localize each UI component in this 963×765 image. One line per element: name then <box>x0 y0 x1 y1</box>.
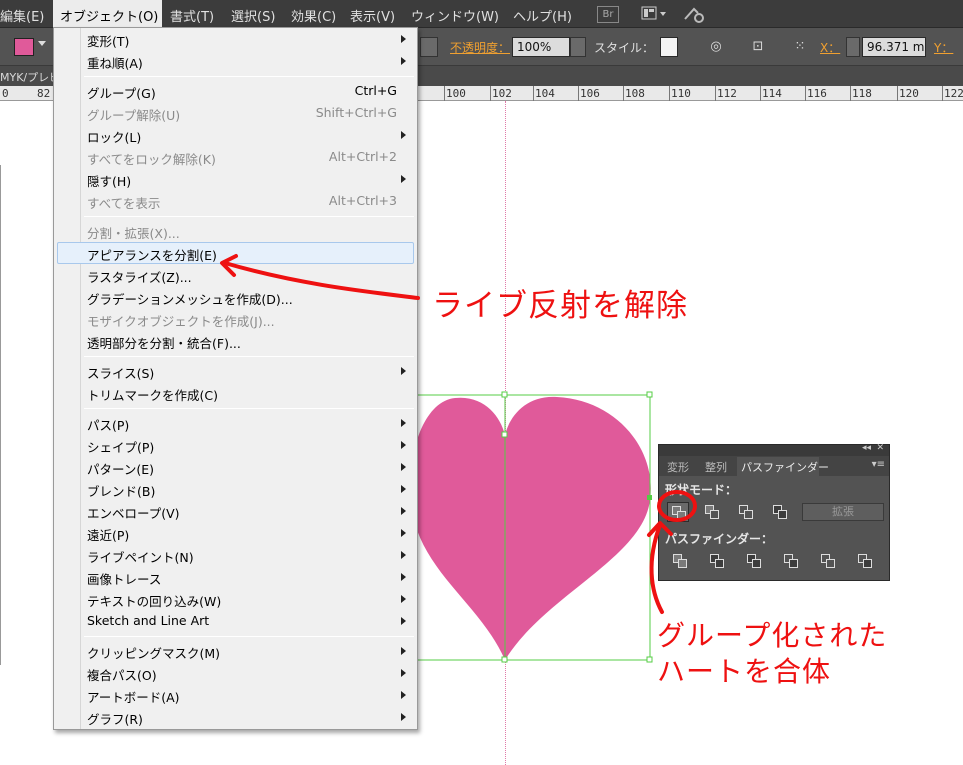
unite-button-highlight-circle <box>657 490 697 522</box>
annotation-release-live-text: ライブ反射を解除 <box>432 288 688 324</box>
arrow-to-unite-button <box>649 523 664 614</box>
arrow-to-expand-appearance <box>223 261 420 300</box>
illustrator-window: 編集(E) オブジェクト(O) 書式(T) 選択(S) 効果(C) 表示(V) … <box>0 0 963 765</box>
annotation-merge-line2: ハートを合体 <box>657 655 832 688</box>
annotation-merge-line1: グループ化された <box>657 619 888 652</box>
